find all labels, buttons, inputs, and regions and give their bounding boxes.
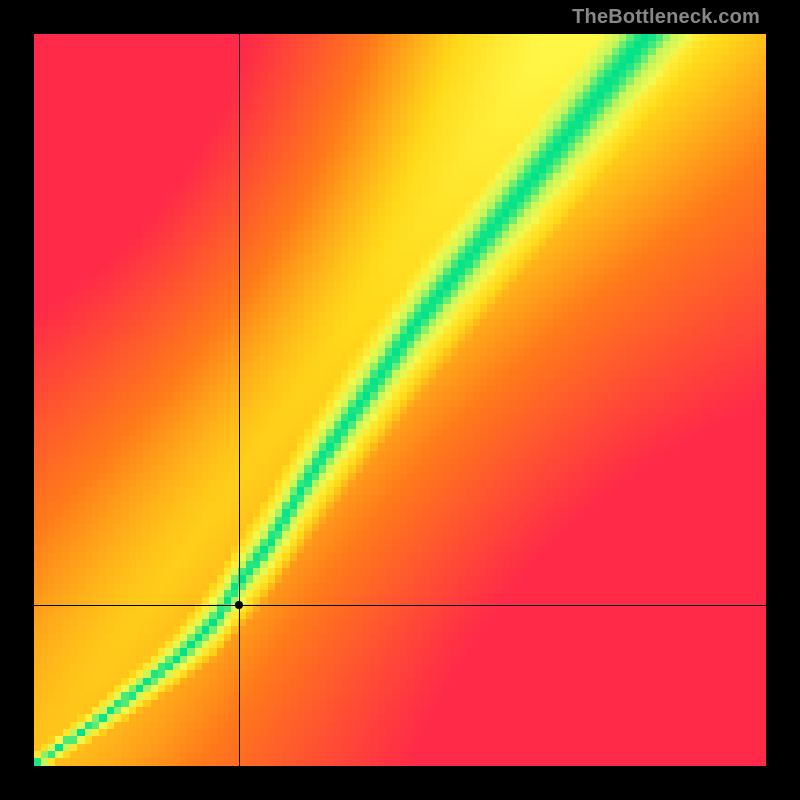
chart-frame: TheBottleneck.com — [0, 0, 800, 800]
crosshair-horizontal — [34, 605, 766, 606]
heatmap-canvas — [34, 34, 766, 766]
watermark-text: TheBottleneck.com — [572, 6, 760, 29]
crosshair-vertical — [239, 34, 240, 766]
